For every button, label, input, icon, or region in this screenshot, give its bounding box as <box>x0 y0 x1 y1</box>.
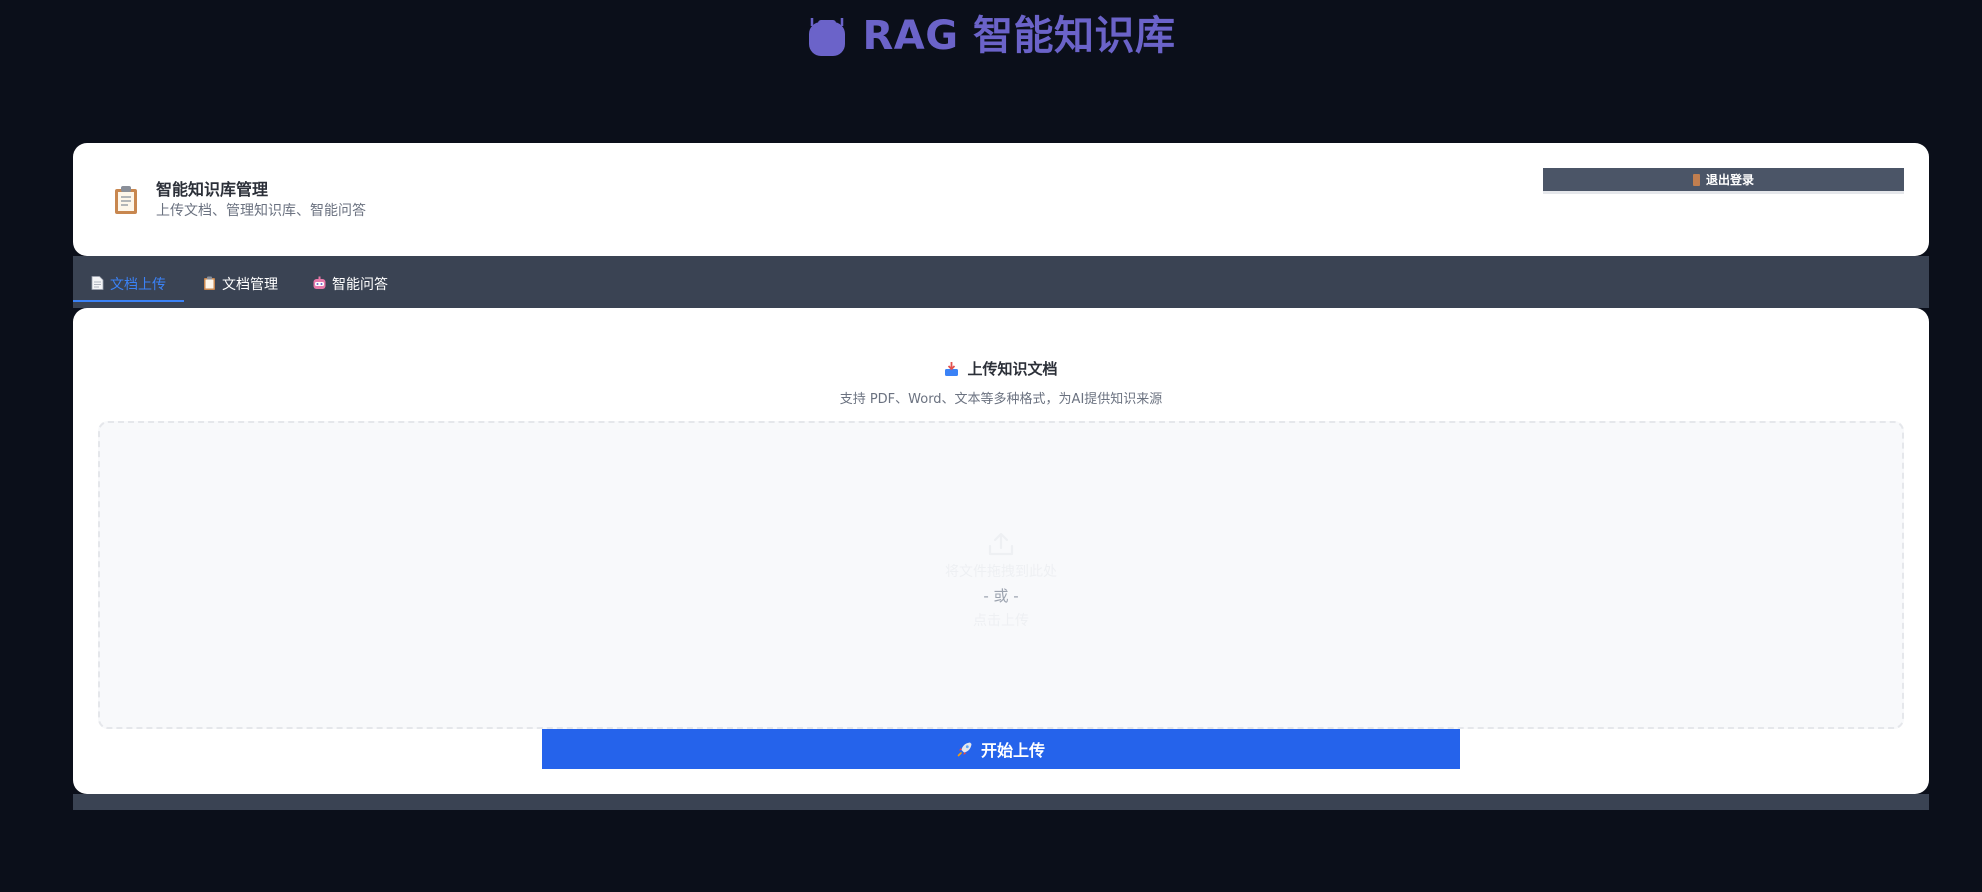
start-upload-button[interactable]: 开始上传 <box>542 729 1460 769</box>
tab-document-upload[interactable]: 文档上传 <box>73 274 184 302</box>
upload-description: 支持 PDF、Word、文本等多种格式，为AI提供知识来源 <box>839 392 1163 407</box>
file-dropzone[interactable]: 将文件拖拽到此处 - 或 - 点击上传 <box>98 421 1904 729</box>
robot-icon <box>313 276 326 289</box>
bottom-strip <box>73 794 1929 810</box>
or-separator: - 或 - <box>983 587 1019 605</box>
dropzone-content: 将文件拖拽到此处 - 或 - 点击上传 <box>100 531 1902 630</box>
rocket-icon <box>957 742 972 757</box>
upload-panel: 上传知识文档 支持 PDF、Word、文本等多种格式，为AI提供知识来源 将文件… <box>73 308 1929 794</box>
logout-button[interactable]: 退出登录 <box>1543 168 1904 194</box>
header-card: 智能知识库管理 上传文档、管理知识库、智能问答 退出登录 <box>73 143 1929 256</box>
upload-icon <box>988 532 1014 556</box>
tab-label: 文档上传 <box>110 277 166 293</box>
logout-label: 退出登录 <box>1705 173 1754 187</box>
tab-label: 智能问答 <box>332 277 388 293</box>
clipboard-icon <box>204 276 215 290</box>
document-icon <box>91 276 104 290</box>
upload-heading: 上传知识文档 <box>73 358 1929 379</box>
header-title: 智能知识库管理 <box>156 180 269 199</box>
app-title-text: RAG 智能知识库 <box>862 13 1176 59</box>
start-upload-label: 开始上传 <box>980 743 1045 760</box>
app-title: RAG 智能知识库 <box>0 14 1982 58</box>
door-icon <box>1692 173 1700 186</box>
tab-bar: 文档上传 文档管理 智能问答 <box>73 256 1929 308</box>
upload-heading-text: 上传知识文档 <box>967 360 1058 378</box>
tab-label: 文档管理 <box>222 277 278 293</box>
tab-document-management[interactable]: 文档管理 <box>203 274 278 302</box>
drop-hint: 将文件拖拽到此处 <box>945 564 1057 580</box>
inbox-tray-icon <box>945 361 959 376</box>
clipboard-icon <box>115 186 137 214</box>
click-upload-link[interactable]: 点击上传 <box>973 610 1029 630</box>
robot-icon <box>809 18 846 56</box>
tab-smart-qa[interactable]: 智能问答 <box>313 274 388 302</box>
header-subtitle: 上传文档、管理知识库、智能问答 <box>156 203 366 219</box>
